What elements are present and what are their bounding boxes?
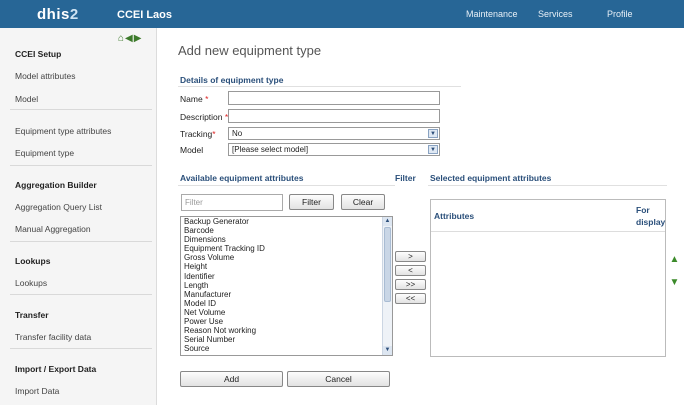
sidebar-nav-icons: ⌂◀▶ (118, 33, 142, 44)
attributes-column-header: Attributes (434, 211, 475, 221)
sidebar: ⌂◀▶ CCEI Setup Model attributes Model Eq… (0, 28, 157, 405)
sidebar-group-aggregation-builder: Aggregation Builder (15, 180, 97, 190)
sidebar-divider (10, 241, 152, 242)
list-item[interactable]: Manufacturer (181, 290, 392, 299)
app-title: CCEI Laos (117, 9, 173, 21)
menu-services[interactable]: Services (538, 9, 573, 19)
section-divider (178, 185, 395, 186)
list-item[interactable]: Barcode (181, 226, 392, 235)
chevron-down-icon: ▼ (428, 145, 438, 154)
list-scrollbar[interactable]: ▲ ▼ (382, 217, 392, 355)
selected-attributes-title: Selected equipment attributes (430, 173, 552, 183)
sidebar-item-model-attributes[interactable]: Model attributes (15, 71, 75, 81)
clear-button[interactable]: Clear (341, 194, 385, 210)
add-button[interactable]: Add (180, 371, 283, 387)
list-item[interactable]: Gross Volume (181, 253, 392, 262)
section-divider (178, 86, 461, 87)
sidebar-item-lookups[interactable]: Lookups (15, 278, 47, 288)
filter-title: Filter (395, 173, 416, 183)
home-icon[interactable]: ⌂ (118, 33, 124, 44)
scroll-thumb[interactable] (384, 227, 391, 302)
sidebar-group-import-export: Import / Export Data (15, 364, 97, 374)
back-icon[interactable]: ◀ (125, 33, 133, 44)
sidebar-item-aggregation-query-list[interactable]: Aggregation Query List (15, 202, 102, 212)
for-display-column-header-line2: display (636, 217, 666, 227)
sidebar-item-transfer-facility-data[interactable]: Transfer facility data (15, 332, 91, 342)
selected-attributes-table[interactable]: Attributes For display (430, 199, 666, 357)
cancel-button[interactable]: Cancel (287, 371, 390, 387)
description-input[interactable] (228, 109, 440, 123)
menu-maintenance[interactable]: Maintenance (466, 9, 518, 19)
list-item[interactable]: Identifier (181, 272, 392, 281)
forward-icon[interactable]: ▶ (134, 33, 142, 44)
list-item[interactable]: Backup Generator (181, 217, 392, 226)
filter-button[interactable]: Filter (289, 194, 334, 210)
list-item[interactable]: Dimensions (181, 235, 392, 244)
name-label: Name * (180, 94, 209, 104)
move-all-left-button[interactable]: << (395, 293, 426, 304)
list-item[interactable]: Source (181, 344, 392, 353)
list-item[interactable]: Model ID (181, 299, 392, 308)
list-item[interactable]: Serial Number (181, 335, 392, 344)
section-divider (428, 185, 667, 186)
available-attributes-list[interactable]: Backup Generator Barcode Dimensions Equi… (180, 216, 393, 356)
move-up-icon[interactable]: ▲ (669, 254, 680, 265)
sidebar-item-equipment-type-attributes[interactable]: Equipment type attributes (15, 126, 111, 136)
move-right-button[interactable]: > (395, 251, 426, 262)
main-content: Add new equipment type Details of equipm… (157, 28, 684, 405)
sidebar-item-model[interactable]: Model (15, 94, 38, 104)
sidebar-item-manual-aggregation[interactable]: Manual Aggregation (15, 224, 91, 234)
name-input[interactable] (228, 91, 440, 105)
available-attributes-title: Available equipment attributes (180, 173, 304, 183)
for-display-column-header-line1: For (636, 205, 650, 215)
sidebar-divider (10, 348, 152, 349)
sidebar-item-import-data[interactable]: Import Data (15, 386, 59, 396)
move-down-icon[interactable]: ▼ (669, 277, 680, 288)
chevron-down-icon: ▼ (428, 129, 438, 138)
list-item[interactable]: Power Use (181, 317, 392, 326)
list-item[interactable]: Length (181, 281, 392, 290)
sidebar-divider (10, 109, 152, 110)
model-select[interactable]: [Please select model] ▼ (228, 143, 440, 156)
sidebar-divider (10, 294, 152, 295)
page-title: Add new equipment type (178, 43, 322, 58)
sidebar-group-lookups: Lookups (15, 256, 51, 266)
model-label: Model (180, 145, 204, 155)
top-bar: dhis2 CCEI Laos Maintenance Services Pro… (0, 0, 684, 28)
tracking-select[interactable]: No ▼ (228, 127, 440, 140)
table-header-divider (431, 231, 665, 232)
description-label: Description * (180, 112, 229, 122)
tracking-label: Tracking* (180, 129, 216, 139)
list-item[interactable]: Reason Not working (181, 326, 392, 335)
list-item[interactable]: Equipment Tracking ID (181, 244, 392, 253)
scroll-up-icon[interactable]: ▲ (383, 217, 392, 226)
list-item[interactable]: Height (181, 262, 392, 271)
scroll-down-icon[interactable]: ▼ (383, 346, 392, 355)
details-section-title: Details of equipment type (180, 75, 284, 85)
filter-input[interactable]: Filter (181, 194, 283, 211)
menu-profile[interactable]: Profile (607, 9, 633, 19)
dhis2-logo[interactable]: dhis2 (37, 6, 79, 23)
move-all-right-button[interactable]: >> (395, 279, 426, 290)
list-item[interactable]: Net Volume (181, 308, 392, 317)
sidebar-divider (10, 165, 152, 166)
move-left-button[interactable]: < (395, 265, 426, 276)
sidebar-group-transfer: Transfer (15, 310, 49, 320)
sidebar-group-ccei-setup: CCEI Setup (15, 49, 62, 59)
sidebar-item-equipment-type[interactable]: Equipment type (15, 148, 74, 158)
